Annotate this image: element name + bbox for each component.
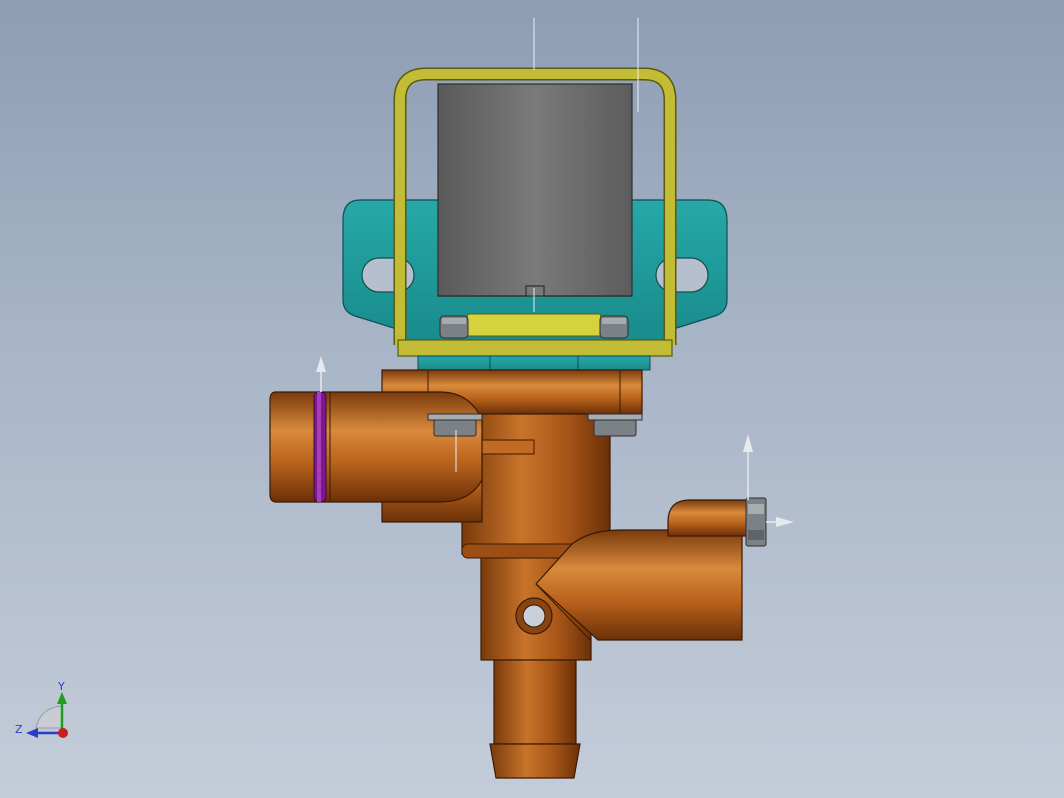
z-axis-label: Z [15,723,23,736]
direction-arrow-up-left [316,356,326,392]
coordinate-triad[interactable]: Y Z [15,680,68,738]
direction-arrow-right [766,517,794,527]
body-nut-left [427,413,483,437]
x-axis-dot [58,728,68,738]
drain-nozzle[interactable] [489,659,581,779]
bracket-nut-right [599,315,629,339]
bracket-nut-left [439,315,469,339]
y-axis-arrowhead-icon [57,692,67,704]
solenoid-valve-model[interactable]: Y Z [0,0,1064,798]
outlet-nut [745,497,767,547]
y-axis-label: Y [57,680,65,693]
solenoid-coil[interactable] [437,67,633,297]
cad-viewport[interactable]: Y Z [0,0,1064,798]
bracket-base [397,339,673,357]
triad-arc [35,705,63,729]
inlet-pipe[interactable] [269,391,483,503]
body-nut-right [587,413,643,437]
direction-arrow-up-right [743,434,753,500]
bracket-center-tab [461,313,607,337]
base-plate [417,355,651,371]
z-axis-arrowhead-icon [26,728,38,738]
